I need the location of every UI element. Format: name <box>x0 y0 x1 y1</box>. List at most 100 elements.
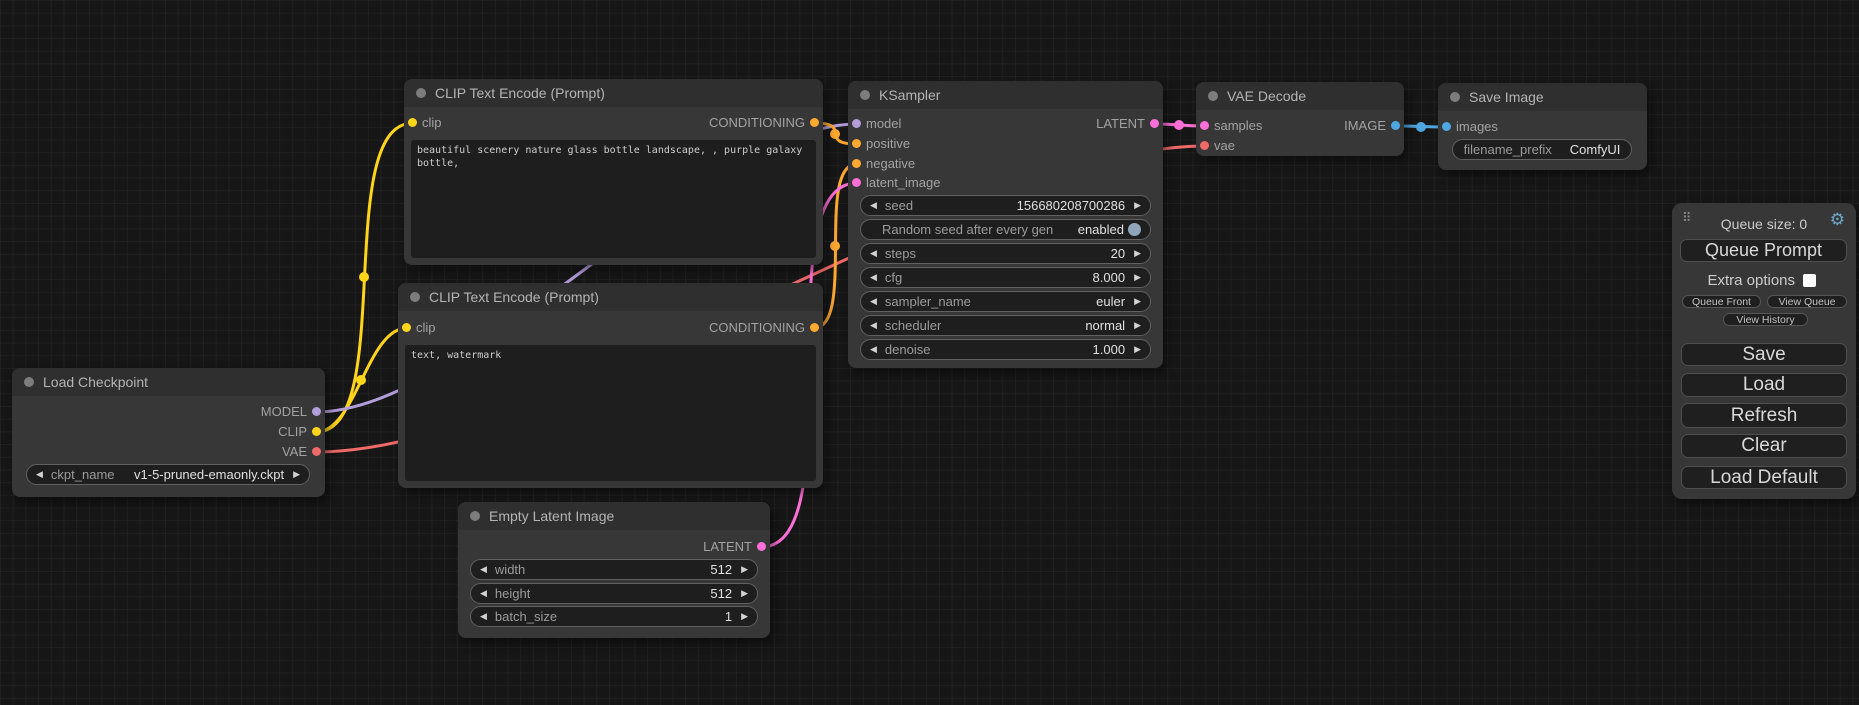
widget-value[interactable]: 156680208700286 <box>1017 198 1125 213</box>
increment-arrow-icon[interactable]: ▶ <box>1134 345 1141 355</box>
node-title-bar[interactable]: Save Image <box>1438 83 1647 111</box>
vae-output-port[interactable] <box>312 447 321 456</box>
decrement-arrow-icon[interactable]: ◀ <box>870 297 877 307</box>
clear-button[interactable]: Clear <box>1681 434 1847 458</box>
random-seed-toggle-widget[interactable]: Random seed after every gen enabled <box>860 219 1151 240</box>
widget-value[interactable]: normal <box>1085 318 1125 333</box>
load-default-button[interactable]: Load Default <box>1681 466 1847 489</box>
increment-arrow-icon[interactable]: ▶ <box>741 589 748 599</box>
increment-arrow-icon[interactable]: ▶ <box>1134 297 1141 307</box>
collapse-dot-icon[interactable] <box>860 90 870 100</box>
widget-value[interactable]: 8.000 <box>1093 270 1126 285</box>
queue-prompt-button[interactable]: Queue Prompt <box>1680 239 1847 262</box>
view-queue-button[interactable]: View Queue <box>1767 295 1847 308</box>
positive-input-port[interactable] <box>852 139 861 148</box>
node-title-bar[interactable]: KSampler <box>848 81 1163 109</box>
samples-input-port[interactable] <box>1200 121 1209 130</box>
images-input-port[interactable] <box>1442 122 1451 131</box>
node-title: VAE Decode <box>1227 88 1306 104</box>
node-title-bar[interactable]: Empty Latent Image <box>458 502 770 530</box>
denoise-widget[interactable]: ◀ denoise 1.000 ▶ <box>860 339 1151 360</box>
decrement-arrow-icon[interactable]: ◀ <box>870 345 877 355</box>
extra-options-checkbox[interactable] <box>1803 274 1816 287</box>
decrement-arrow-icon[interactable]: ◀ <box>870 249 877 259</box>
cfg-widget[interactable]: ◀ cfg 8.000 ▶ <box>860 267 1151 288</box>
collapse-dot-icon[interactable] <box>416 88 426 98</box>
model-output-port[interactable] <box>312 407 321 416</box>
widget-value[interactable]: 1.000 <box>1093 342 1126 357</box>
node-title-bar[interactable]: CLIP Text Encode (Prompt) <box>404 79 823 107</box>
ckpt-name-widget[interactable]: ◀ ckpt_name v1-5-pruned-emaonly.ckpt ▶ <box>26 464 310 485</box>
refresh-button[interactable]: Refresh <box>1681 403 1847 428</box>
widget-value: enabled <box>1078 222 1124 237</box>
increment-arrow-icon[interactable]: ▶ <box>1134 321 1141 331</box>
collapse-dot-icon[interactable] <box>1450 92 1460 102</box>
link-midpoint-dot <box>1174 120 1184 130</box>
decrement-arrow-icon[interactable]: ◀ <box>480 565 487 575</box>
load-button[interactable]: Load <box>1681 373 1847 397</box>
increment-arrow-icon[interactable]: ▶ <box>741 565 748 575</box>
widget-label: height <box>495 586 530 601</box>
widget-label: seed <box>885 198 913 213</box>
node-title-bar[interactable]: CLIP Text Encode (Prompt) <box>398 283 823 311</box>
increment-arrow-icon[interactable]: ▶ <box>1134 249 1141 259</box>
save-button[interactable]: Save <box>1681 343 1847 366</box>
positive-prompt-textarea[interactable]: beautiful scenery nature glass bottle la… <box>411 140 816 258</box>
collapse-dot-icon[interactable] <box>24 377 34 387</box>
widget-value[interactable]: 512 <box>710 586 732 601</box>
width-widget[interactable]: ◀ width 512 ▶ <box>470 559 758 580</box>
settings-gear-icon[interactable]: ⚙ <box>1830 210 1845 230</box>
conditioning-output-port[interactable] <box>810 118 819 127</box>
seed-widget[interactable]: ◀ seed 156680208700286 ▶ <box>860 195 1151 216</box>
view-history-button[interactable]: View History <box>1723 313 1808 326</box>
increment-arrow-icon[interactable]: ▶ <box>741 612 748 622</box>
collapse-dot-icon[interactable] <box>1208 91 1218 101</box>
negative-input-port[interactable] <box>852 159 861 168</box>
conditioning-output-port[interactable] <box>810 323 819 332</box>
scheduler-widget[interactable]: ◀ scheduler normal ▶ <box>860 315 1151 336</box>
clip-input-port[interactable] <box>408 118 417 127</box>
negative-prompt-textarea[interactable]: text, watermark <box>405 345 816 481</box>
link-midpoint-dot <box>359 272 369 282</box>
filename-prefix-widget[interactable]: filename_prefix ComfyUI <box>1452 139 1632 160</box>
widget-value[interactable]: 20 <box>1111 246 1125 261</box>
collapse-dot-icon[interactable] <box>410 292 420 302</box>
latent-output-port[interactable] <box>1150 119 1159 128</box>
node-title-bar[interactable]: VAE Decode <box>1196 82 1404 110</box>
latent-image-input-port[interactable] <box>852 178 861 187</box>
height-widget[interactable]: ◀ height 512 ▶ <box>470 583 758 604</box>
queue-front-button[interactable]: Queue Front <box>1682 295 1761 308</box>
node-title: Save Image <box>1469 89 1544 105</box>
toggle-knob-icon[interactable] <box>1128 223 1141 236</box>
clip-input-label: clip <box>416 318 436 338</box>
decrement-arrow-icon[interactable]: ◀ <box>870 273 877 283</box>
increment-arrow-icon[interactable]: ▶ <box>293 470 300 480</box>
decrement-arrow-icon[interactable]: ◀ <box>870 321 877 331</box>
widget-label: Random seed after every gen <box>882 222 1053 237</box>
widget-value[interactable]: euler <box>1096 294 1125 309</box>
batch-size-widget[interactable]: ◀ batch_size 1 ▶ <box>470 606 758 627</box>
clip-input-port[interactable] <box>402 323 411 332</box>
collapse-dot-icon[interactable] <box>470 511 480 521</box>
clip-output-port[interactable] <box>312 427 321 436</box>
decrement-arrow-icon[interactable]: ◀ <box>480 612 487 622</box>
vae-input-port[interactable] <box>1200 141 1209 150</box>
comfyui-canvas[interactable]: Load Checkpoint MODEL CLIP VAE ◀ ckpt_na… <box>0 0 1859 705</box>
decrement-arrow-icon[interactable]: ◀ <box>870 201 877 211</box>
increment-arrow-icon[interactable]: ▶ <box>1134 273 1141 283</box>
image-output-port[interactable] <box>1391 121 1400 130</box>
node-title: Load Checkpoint <box>43 374 148 390</box>
queue-panel: ⠿ Queue size: 0 ⚙ Queue Prompt Extra opt… <box>1672 203 1856 499</box>
widget-value[interactable]: v1-5-pruned-emaonly.ckpt <box>134 467 284 482</box>
node-title-bar[interactable]: Load Checkpoint <box>12 368 325 396</box>
steps-widget[interactable]: ◀ steps 20 ▶ <box>860 243 1151 264</box>
widget-value[interactable]: 512 <box>710 562 732 577</box>
model-input-port[interactable] <box>852 119 861 128</box>
increment-arrow-icon[interactable]: ▶ <box>1134 201 1141 211</box>
sampler-name-widget[interactable]: ◀ sampler_name euler ▶ <box>860 291 1151 312</box>
latent-output-port[interactable] <box>757 542 766 551</box>
decrement-arrow-icon[interactable]: ◀ <box>36 470 43 480</box>
decrement-arrow-icon[interactable]: ◀ <box>480 589 487 599</box>
widget-value[interactable]: ComfyUI <box>1570 142 1621 157</box>
widget-value[interactable]: 1 <box>725 609 732 624</box>
